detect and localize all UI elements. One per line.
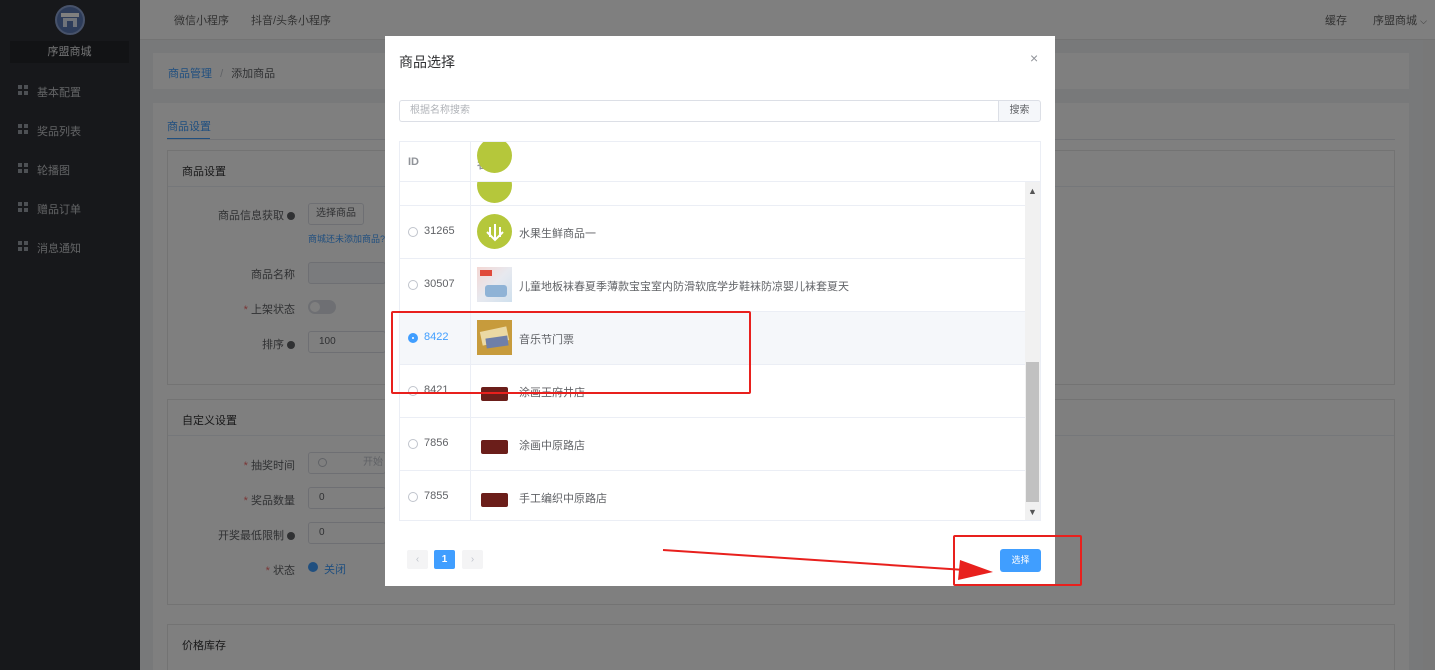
app-root: 序盟商城 基本配置 奖品列表 轮播图 赠品订单 消息通知 微信小程序 抖音/头条… [0,0,1435,670]
annotation-arrow-icon [662,549,993,580]
